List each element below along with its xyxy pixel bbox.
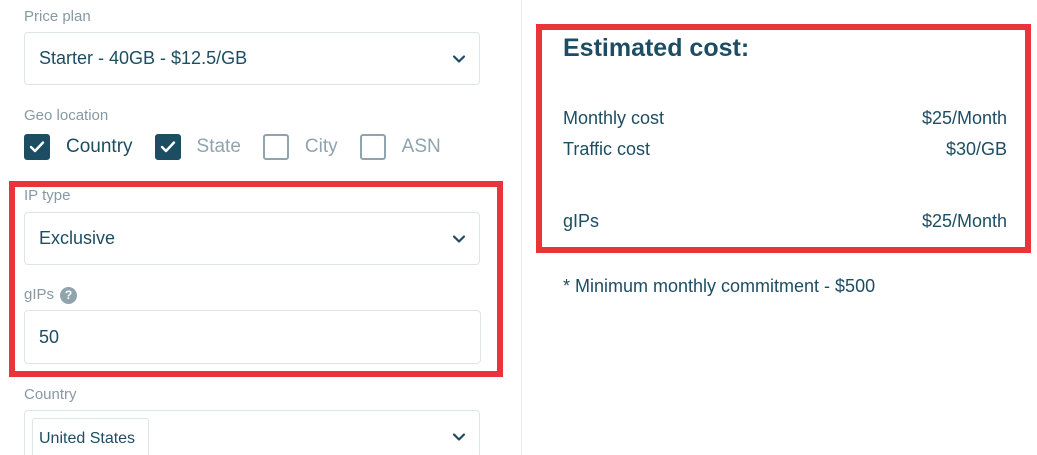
geo-city-checkbox[interactable]: City <box>262 134 338 160</box>
price-plan-value: Starter - 40GB - $12.5/GB <box>39 48 248 68</box>
chevron-down-icon <box>451 429 467 445</box>
minimum-commitment-note: * Minimum monthly commitment - $500 <box>563 276 876 296</box>
geo-country-label: Country <box>66 136 133 157</box>
highlight-box-ip-settings <box>9 181 503 377</box>
geo-country-checkbox[interactable]: Country <box>24 134 133 160</box>
geo-asn-label: ASN <box>401 136 441 157</box>
price-plan-label: Price plan <box>24 8 91 25</box>
geo-location-options: Country State City ASN <box>24 133 463 161</box>
geo-location-label: Geo location <box>24 107 109 124</box>
geo-asn-checkbox[interactable]: ASN <box>359 134 441 160</box>
country-tag[interactable]: United States <box>32 418 149 455</box>
geo-state-checkbox[interactable]: State <box>154 134 241 160</box>
empty-checkbox-icon <box>262 134 289 160</box>
column-divider <box>521 0 522 455</box>
empty-checkbox-icon <box>359 134 386 160</box>
checkmark-icon <box>24 134 50 160</box>
geo-state-label: State <box>196 136 241 157</box>
chevron-down-icon <box>451 51 467 67</box>
checkmark-icon <box>154 134 181 160</box>
country-label: Country <box>24 386 77 403</box>
price-plan-select[interactable]: Starter - 40GB - $12.5/GB <box>24 32 480 85</box>
highlight-box-estimate <box>536 24 1031 253</box>
geo-city-label: City <box>304 136 338 157</box>
